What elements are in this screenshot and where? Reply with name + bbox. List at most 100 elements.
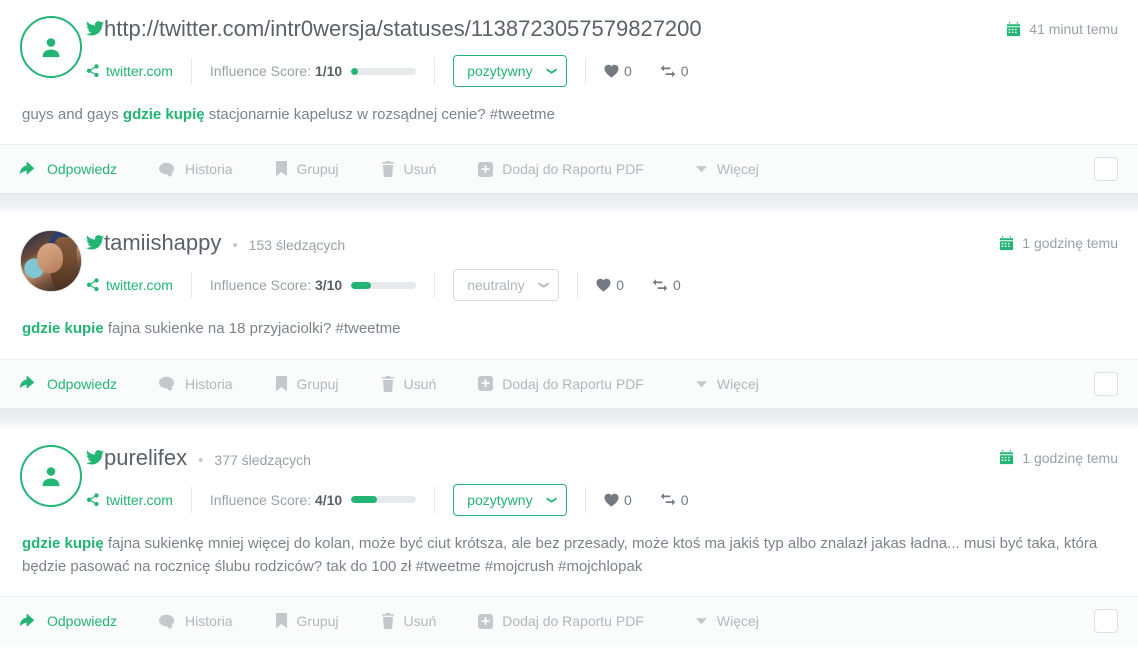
action-group[interactable]: Grupuj [275, 161, 339, 177]
action-history-label: Historia [185, 375, 233, 392]
timestamp-text: 41 minut temu [1029, 21, 1118, 37]
action-group[interactable]: Grupuj [275, 375, 339, 392]
source-link[interactable]: twitter.com [86, 492, 173, 508]
post-meta-row: twitter.com Influence Score: 1/10 pozytywn… [86, 55, 1118, 87]
post-card: http://twitter.com/intr0wersja/statuses/… [0, 0, 1138, 194]
divider [584, 486, 586, 513]
action-history[interactable]: Historia [159, 161, 233, 177]
influence-label: Influence Score: 1/10 [209, 63, 343, 79]
divider [434, 272, 436, 299]
comment-icon [159, 614, 176, 629]
action-delete[interactable]: Usuń [381, 375, 437, 392]
post-separator [0, 407, 1138, 429]
action-history[interactable]: Historia [159, 613, 233, 629]
avatar-container [20, 443, 86, 507]
action-more[interactable]: Więcej [695, 375, 759, 392]
influence-score-value: 3/10 [314, 277, 343, 294]
likes-count: 0 [623, 63, 632, 79]
influence-cell: Influence Score: 1/10 [209, 63, 417, 79]
avatar[interactable] [20, 230, 82, 293]
post-content: purelifex • 377 śledzących 1 godzinę temu tw… [0, 429, 1138, 597]
followers-count: 153 śledzących [248, 237, 346, 254]
select-post-checkbox[interactable] [1094, 371, 1118, 396]
source-link[interactable]: twitter.com [86, 63, 173, 79]
post-timestamp: 1 godzinę temu [985, 450, 1118, 466]
select-post-checkbox[interactable] [1094, 157, 1118, 182]
action-more[interactable]: Więcej [695, 613, 759, 629]
post-title-link[interactable]: tamiishappy [104, 230, 221, 256]
action-reply-label: Odpowiedz [47, 161, 118, 178]
likes-count: 0 [616, 277, 624, 294]
chevron-down-icon: ❯ [545, 66, 557, 76]
action-add-pdf-label: Dodaj do Raportu PDF [502, 161, 644, 178]
sentiment-dropdown[interactable]: pozytywny ❯ [453, 483, 567, 516]
post-content: tamiishappy • 153 śledzących 1 godzinę temu… [0, 214, 1138, 358]
post-header: purelifex • 377 śledzących 1 godzinę temu tw… [20, 429, 1118, 516]
retweets-count: 0 [680, 491, 689, 508]
action-more-label: Więcej [716, 161, 759, 178]
title-separator-dot: • [198, 451, 204, 469]
action-more-label: Więcej [716, 375, 759, 392]
action-add-pdf[interactable]: Dodaj do Raportu PDF [478, 376, 644, 392]
action-delete[interactable]: Usuń [381, 161, 436, 178]
action-add-pdf-label: Dodaj do Raportu PDF [502, 613, 644, 629]
keyword-highlight: gdzie kupię [22, 534, 104, 552]
source-link[interactable]: twitter.com [86, 277, 173, 293]
divider [190, 486, 192, 513]
avatar[interactable] [20, 16, 82, 78]
sentiment-value: neutralny [467, 277, 525, 294]
post-title-left: purelifex • 377 śledzących [86, 445, 985, 471]
action-more[interactable]: Więcej [695, 161, 759, 178]
plusbox-icon [478, 161, 494, 177]
source-cell: twitter.com [86, 277, 173, 293]
source-cell: twitter.com [86, 492, 173, 508]
avatar-container [20, 228, 86, 293]
trash-icon [381, 375, 395, 392]
action-reply[interactable]: Odpowiedz [20, 161, 117, 177]
sentiment-dropdown[interactable]: pozytywny ❯ [453, 55, 567, 87]
post-title-link[interactable]: purelifex [104, 445, 187, 471]
action-delete[interactable]: Usuń [381, 613, 436, 629]
post-title-link[interactable]: http://twitter.com/intr0wersja/statuses/… [104, 16, 702, 42]
influence-bar-fill [351, 281, 371, 289]
action-history[interactable]: Historia [159, 375, 233, 392]
action-group-label: Grupuj [296, 161, 339, 178]
source-name: twitter.com [106, 277, 173, 294]
twitter-bird-icon [86, 235, 104, 250]
retweet-icon [652, 279, 668, 292]
post-title-left: http://twitter.com/intr0wersja/statuses/… [86, 16, 992, 42]
post-header-main: purelifex • 377 śledzących 1 godzinę temu tw… [86, 443, 1118, 516]
text-segment: fajna sukienkę mniej więcej do kolan, mo… [22, 534, 1098, 575]
action-reply[interactable]: Odpowiedz [20, 376, 117, 392]
text-segment: stacjonarnie kapelusz w rozsądnej cenie?… [204, 106, 555, 123]
avatar[interactable] [20, 444, 82, 507]
post-action-bar: Odpowiedz Historia Grupuj Usuń Dodaj do Rapo… [0, 358, 1138, 408]
bookmark-icon [275, 161, 288, 177]
likes-stat: 0 [596, 277, 624, 293]
influence-label: Influence Score: 4/10 [209, 491, 343, 508]
trash-icon [381, 161, 395, 178]
action-reply[interactable]: Odpowiedz [20, 613, 117, 629]
action-delete-label: Usuń [403, 375, 437, 392]
action-group[interactable]: Grupuj [275, 613, 339, 629]
divider [434, 58, 436, 84]
share-icon [86, 278, 100, 292]
keyword-highlight: gdzie kupię [122, 106, 205, 123]
action-add-pdf[interactable]: Dodaj do Raportu PDF [478, 613, 644, 629]
action-add-pdf-label: Dodaj do Raportu PDF [502, 375, 644, 392]
bookmark-icon [275, 613, 288, 629]
sentiment-dropdown[interactable]: neutralny ❯ [453, 269, 560, 302]
action-more-label: Więcej [716, 613, 759, 629]
retweets-stat: 0 [660, 63, 689, 79]
post-content: http://twitter.com/intr0wersja/statuses/… [0, 0, 1138, 144]
sentiment-value: pozytywny [467, 63, 533, 79]
influence-score-value: 4/10 [314, 491, 343, 508]
action-add-pdf[interactable]: Dodaj do Raportu PDF [478, 161, 644, 177]
post-action-bar: Odpowiedz Historia Grupuj Usuń Dodaj do Rapo… [0, 144, 1138, 194]
select-post-checkbox[interactable] [1094, 609, 1118, 633]
retweet-icon [660, 493, 676, 506]
influence-label: Influence Score: 3/10 [209, 277, 343, 294]
divider [577, 272, 579, 299]
trash-icon [381, 613, 395, 629]
influence-cell: Influence Score: 4/10 [209, 491, 417, 508]
